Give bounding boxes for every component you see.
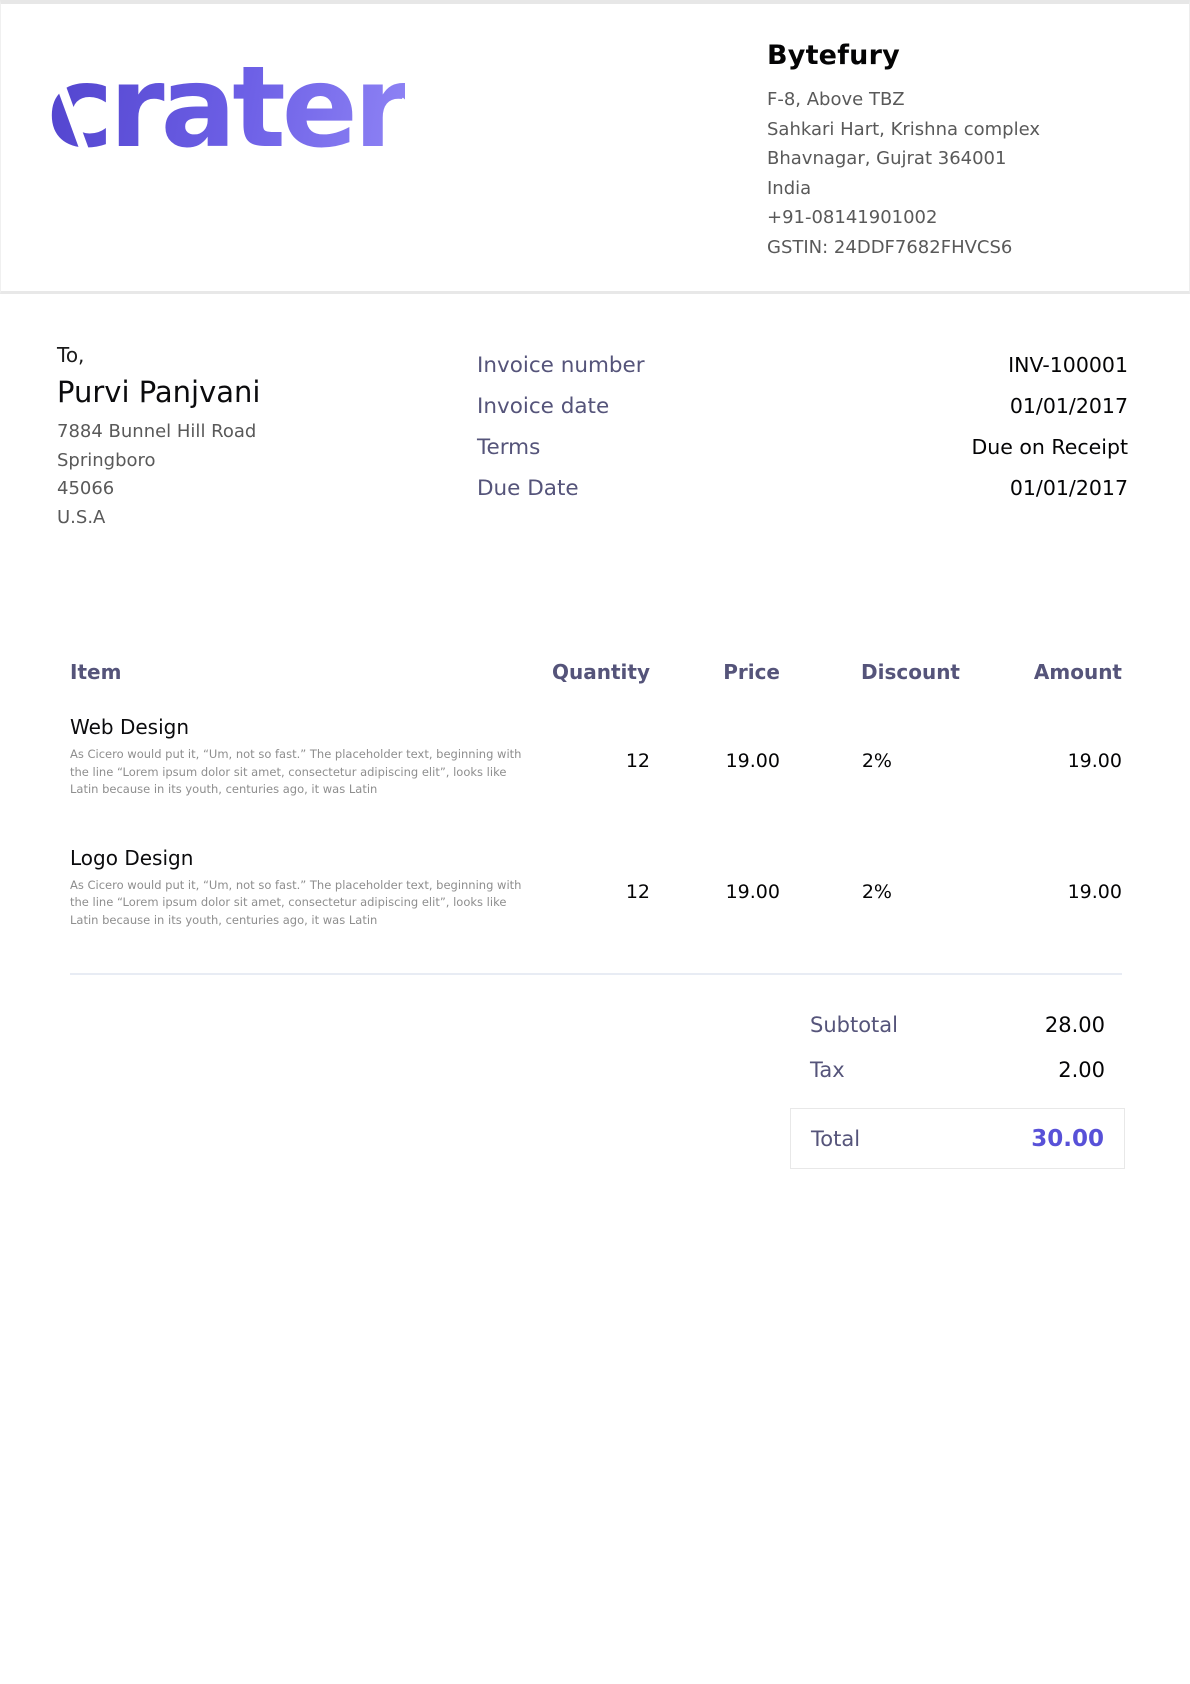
- item-row: Web Design As Cicero would put it, “Um, …: [70, 712, 1122, 799]
- items-table: Item Quantity Price Discount Amount Web …: [0, 660, 1190, 975]
- company-phone: +91-08141901002: [767, 203, 1139, 233]
- item-price: 19.00: [650, 712, 780, 799]
- column-header-item: Item: [70, 660, 540, 684]
- tax-label: Tax: [810, 1058, 845, 1082]
- customer-address-line: Springboro: [57, 447, 477, 476]
- company-address-line: India: [767, 174, 1139, 204]
- company-block: Bytefury F-8, Above TBZ Sahkari Hart, Kr…: [767, 40, 1139, 291]
- column-header-discount: Discount: [780, 660, 960, 684]
- company-address-line: Sahkari Hart, Krishna complex: [767, 115, 1139, 145]
- item-amount: 19.00: [960, 843, 1122, 930]
- terms-value: Due on Receipt: [971, 435, 1128, 459]
- subtotal-value: 28.00: [1045, 1013, 1105, 1037]
- items-table-header: Item Quantity Price Discount Amount: [70, 660, 1122, 684]
- item-name: Web Design: [70, 712, 540, 742]
- company-address: F-8, Above TBZ Sahkari Hart, Krishna com…: [767, 85, 1139, 262]
- bill-meta-section: To, Purvi Panjvani 7884 Bunnel Hill Road…: [0, 294, 1190, 532]
- meta-row-invoice-number: Invoice number INV-100001: [477, 352, 1128, 380]
- company-gstin: GSTIN: 24DDF7682FHVCS6: [767, 233, 1139, 263]
- company-name: Bytefury: [767, 40, 1139, 71]
- invoice-date-value: 01/01/2017: [1010, 394, 1128, 418]
- meta-row-invoice-date: Invoice date 01/01/2017: [477, 393, 1128, 421]
- item-row: Logo Design As Cicero would put it, “Um,…: [70, 843, 1122, 930]
- item-price: 19.00: [650, 843, 780, 930]
- tax-value: 2.00: [1058, 1058, 1105, 1082]
- item-discount: 2%: [780, 843, 960, 930]
- company-address-line: Bhavnagar, Gujrat 364001: [767, 144, 1139, 174]
- invoice-header: crater Bytefury F-8, Above TBZ Sahkari H…: [0, 0, 1190, 294]
- item-quantity: 12: [540, 712, 650, 799]
- subtotal-row: Subtotal 28.00: [790, 1013, 1125, 1037]
- company-address-line: F-8, Above TBZ: [767, 85, 1139, 115]
- item-amount: 19.00: [960, 712, 1122, 799]
- total-value: 30.00: [1031, 1126, 1104, 1152]
- meta-row-due-date: Due Date 01/01/2017: [477, 475, 1128, 503]
- totals-section: Subtotal 28.00 Tax 2.00 Total 30.00: [0, 975, 1190, 1169]
- column-header-quantity: Quantity: [540, 660, 650, 684]
- meta-row-terms: Terms Due on Receipt: [477, 434, 1128, 462]
- column-header-price: Price: [650, 660, 780, 684]
- item-cell: Logo Design As Cicero would put it, “Um,…: [70, 843, 540, 930]
- crater-logo-text: crater: [47, 43, 405, 173]
- total-box: Total 30.00: [790, 1108, 1125, 1169]
- invoice-number-label: Invoice number: [477, 352, 645, 380]
- item-discount: 2%: [780, 712, 960, 799]
- bill-to-heading: To,: [57, 340, 477, 370]
- column-header-amount: Amount: [960, 660, 1122, 684]
- item-description: As Cicero would put it, “Um, not so fast…: [70, 877, 530, 930]
- item-cell: Web Design As Cicero would put it, “Um, …: [70, 712, 540, 799]
- subtotal-label: Subtotal: [810, 1013, 898, 1037]
- customer-name: Purvi Panjvani: [57, 370, 477, 414]
- due-date-label: Due Date: [477, 475, 579, 503]
- invoice-date-label: Invoice date: [477, 393, 609, 421]
- customer-address-line: U.S.A: [57, 504, 477, 533]
- crater-logo: crater: [47, 52, 405, 192]
- terms-label: Terms: [477, 434, 540, 462]
- item-quantity: 12: [540, 843, 650, 930]
- customer-address-line: 7884 Bunnel Hill Road: [57, 418, 477, 447]
- item-description: As Cicero would put it, “Um, not so fast…: [70, 746, 530, 799]
- total-label: Total: [811, 1127, 860, 1151]
- invoice-number-value: INV-100001: [1008, 353, 1128, 377]
- bill-to-block: To, Purvi Panjvani 7884 Bunnel Hill Road…: [57, 340, 477, 532]
- tax-row: Tax 2.00: [790, 1058, 1125, 1082]
- customer-address: 7884 Bunnel Hill Road Springboro 45066 U…: [57, 418, 477, 532]
- due-date-value: 01/01/2017: [1010, 476, 1128, 500]
- invoice-meta-block: Invoice number INV-100001 Invoice date 0…: [477, 352, 1128, 532]
- totals-block: Subtotal 28.00 Tax 2.00 Total 30.00: [790, 1013, 1125, 1169]
- item-name: Logo Design: [70, 843, 540, 873]
- invoice-page: crater Bytefury F-8, Above TBZ Sahkari H…: [0, 0, 1190, 1684]
- customer-address-line: 45066: [57, 475, 477, 504]
